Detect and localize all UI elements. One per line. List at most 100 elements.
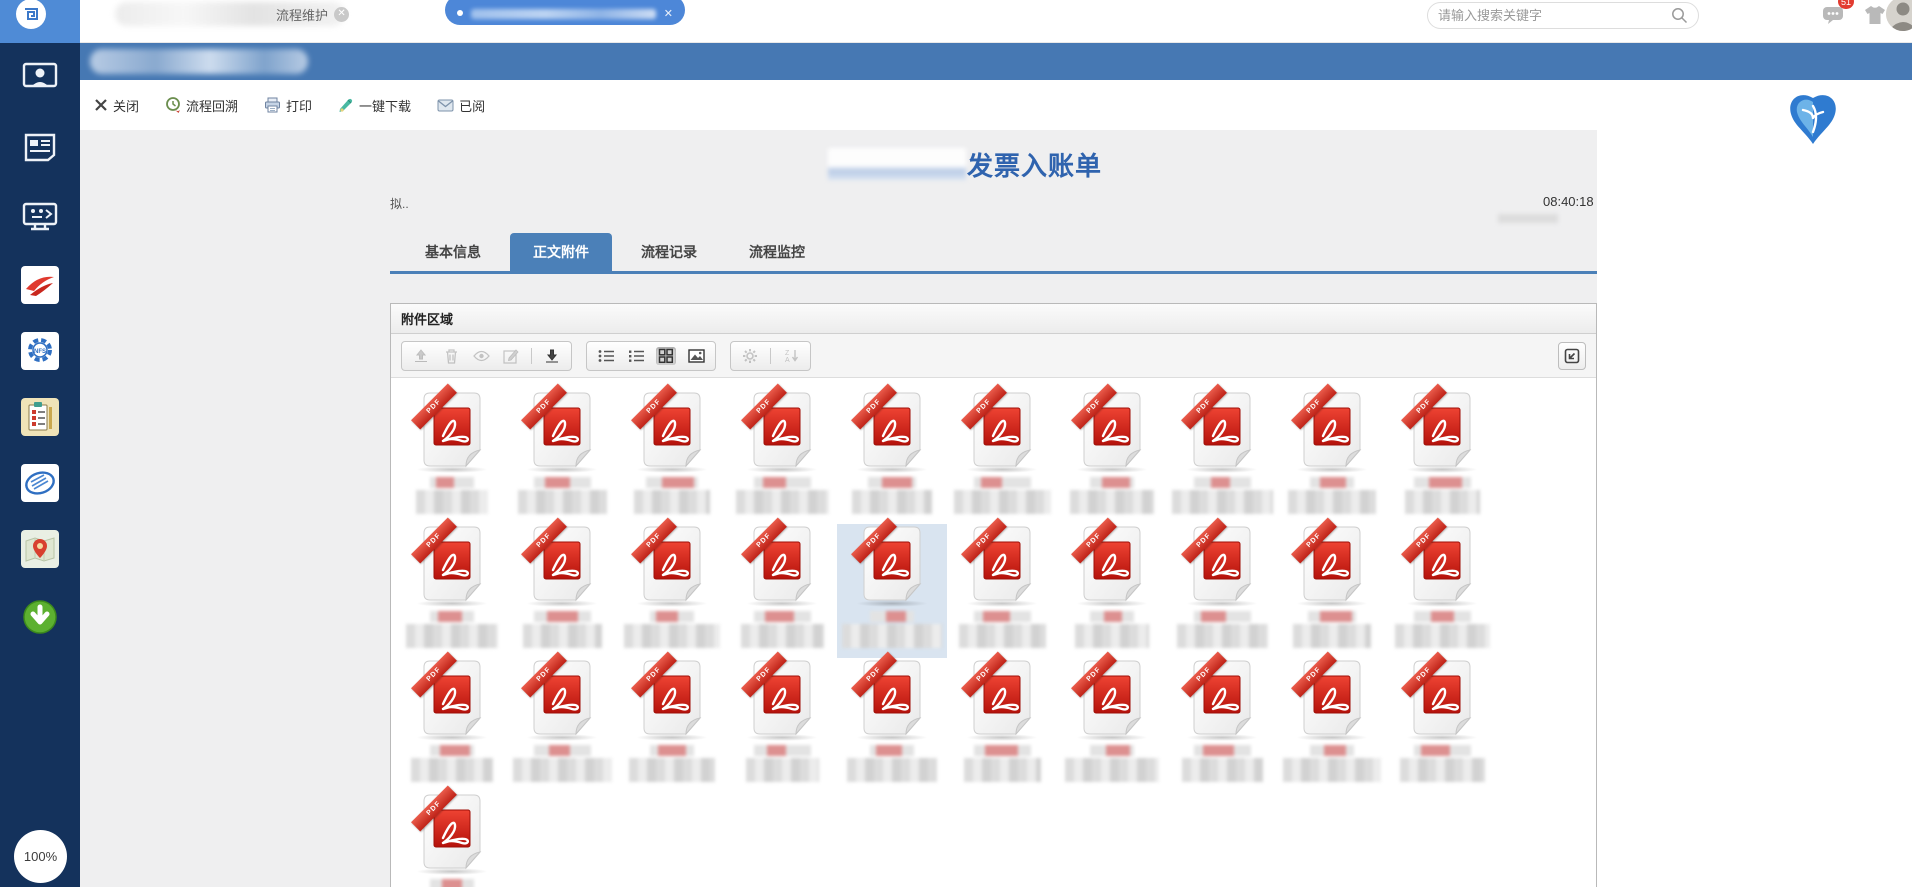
sidebar-item-video-user[interactable] [19, 56, 61, 98]
document-time: 08:40:18 [1543, 194, 1594, 209]
attachment-item[interactable]: PDF [1167, 651, 1277, 792]
attachment-item[interactable]: PDF [1057, 517, 1167, 658]
settings-button[interactable] [740, 347, 760, 365]
sidebar-item-news[interactable] [19, 126, 61, 168]
attachment-item[interactable]: PDF [837, 517, 947, 658]
flow-trace-button[interactable]: 流程回溯 [165, 96, 238, 115]
tab-close-icon[interactable]: ✕ [664, 7, 673, 20]
svg-text:Z: Z [785, 350, 790, 357]
print-button[interactable]: 打印 [264, 96, 312, 115]
tab-active-document[interactable]: ✕ [445, 0, 685, 25]
redacted-filename-blur [411, 745, 493, 782]
attachment-item[interactable]: PDF [1167, 383, 1277, 524]
tab-workflow-maintenance[interactable]: 流程维护 ✕ [276, 0, 350, 28]
sidebar-item-gear-app[interactable]: NFS [21, 332, 59, 370]
download-icon [546, 349, 558, 362]
attachment-grid: PDF PDF PDF PDF PDF PDF PDF PDF PDF PDF … [391, 378, 1596, 887]
one-click-download-button[interactable]: 一键下载 [338, 96, 411, 115]
attachment-item[interactable]: PDF [1387, 651, 1497, 792]
print-label: 打印 [286, 98, 313, 114]
messages-button[interactable]: 51 [1818, 0, 1854, 29]
search-input[interactable] [1438, 8, 1671, 23]
bullet-list-icon [598, 349, 614, 362]
collapse-panel-button[interactable] [1558, 342, 1586, 370]
attachment-item[interactable]: PDF [947, 651, 1057, 792]
attachment-item[interactable]: PDF [1277, 651, 1387, 792]
attachment-item[interactable]: PDF [617, 517, 727, 658]
attachment-item[interactable]: PDF [507, 383, 617, 524]
attachment-item[interactable]: PDF [837, 651, 947, 792]
grid-view-button[interactable] [656, 346, 676, 365]
file-actions-group [401, 340, 572, 371]
toolbar-separator [531, 347, 532, 364]
attachment-toolbar: ZA [391, 334, 1596, 378]
sidebar-item-dashboard[interactable] [19, 196, 61, 238]
mark-read-button[interactable]: 已阅 [437, 96, 485, 115]
download-pen-icon [339, 98, 353, 112]
pdf-file-icon: PDF [1181, 383, 1253, 468]
upload-icon [415, 348, 427, 362]
redacted-filename-blur [1293, 611, 1371, 648]
tab-flow-record[interactable]: 流程记录 [618, 233, 720, 271]
redacted-filename-blur [842, 611, 942, 648]
settings-group: ZA [730, 340, 811, 371]
redacted-filename-blur [406, 611, 498, 648]
delete-button[interactable] [441, 347, 461, 365]
pdf-file-icon: PDF [411, 785, 483, 870]
attachment-item[interactable]: PDF [1167, 517, 1277, 658]
attachment-item[interactable]: PDF [397, 785, 507, 887]
attachment-item[interactable]: PDF [507, 517, 617, 658]
list-view-button[interactable] [596, 347, 616, 365]
attachment-item[interactable]: PDF [837, 383, 947, 524]
attachment-item[interactable]: PDF [397, 517, 507, 658]
attachment-item[interactable]: PDF [727, 517, 837, 658]
sort-button[interactable]: ZA [781, 347, 801, 365]
attachment-item[interactable]: PDF [617, 383, 727, 524]
edit-button[interactable] [501, 347, 521, 365]
view-mode-group [586, 340, 716, 371]
tab-basic-info[interactable]: 基本信息 [402, 233, 504, 271]
attachment-item[interactable]: PDF [507, 651, 617, 792]
preview-button[interactable] [471, 347, 491, 365]
detail-list-view-button[interactable] [626, 347, 646, 365]
sidebar-item-map-app[interactable] [21, 530, 59, 568]
printer-icon [265, 97, 281, 113]
app-logo-button[interactable] [0, 0, 80, 43]
redacted-filename-blur [416, 477, 488, 514]
download-selected-button[interactable] [542, 347, 562, 365]
sidebar-item-red-app[interactable] [21, 266, 59, 304]
sidebar-item-disc-app[interactable] [21, 464, 59, 502]
search-icon[interactable] [1671, 7, 1688, 24]
pdf-file-icon: PDF [1291, 651, 1363, 736]
attachment-item[interactable]: PDF [1057, 651, 1167, 792]
attachment-item[interactable]: PDF [727, 651, 837, 792]
thumbnail-view-button[interactable] [686, 347, 706, 365]
tab-body-attachments[interactable]: 正文附件 [510, 233, 612, 271]
attachment-item[interactable]: PDF [1277, 517, 1387, 658]
assistant-butterfly-logo[interactable] [1785, 92, 1841, 150]
attachment-item[interactable]: PDF [947, 383, 1057, 524]
upload-button[interactable] [411, 347, 431, 365]
tab-flow-monitor[interactable]: 流程监控 [726, 233, 828, 271]
close-button[interactable]: 关闭 [94, 96, 139, 115]
attachment-item[interactable]: PDF [1277, 383, 1387, 524]
toolbar-separator [770, 347, 771, 364]
tab-close-icon[interactable]: ✕ [334, 6, 350, 22]
redacted-filename-blur [852, 477, 932, 514]
attachment-item[interactable]: PDF [1057, 383, 1167, 524]
sidebar-item-checklist-app[interactable] [21, 398, 59, 436]
zoom-level-indicator[interactable]: 100% [14, 830, 67, 883]
svg-text:A: A [785, 357, 790, 363]
attachment-item[interactable]: PDF [397, 383, 507, 524]
tab-workflow-maintenance-label: 流程维护 [276, 7, 329, 23]
attachment-item[interactable]: PDF [617, 651, 727, 792]
redacted-filename-blur [1176, 611, 1268, 648]
chat-bubble-icon [1823, 7, 1843, 24]
attachment-item[interactable]: PDF [397, 651, 507, 792]
attachment-item[interactable]: PDF [1387, 517, 1497, 658]
attachment-item[interactable]: PDF [947, 517, 1057, 658]
sidebar-item-download-app[interactable] [19, 596, 61, 638]
pdf-file-icon: PDF [521, 651, 593, 736]
attachment-item[interactable]: PDF [727, 383, 837, 524]
attachment-item[interactable]: PDF [1387, 383, 1497, 524]
